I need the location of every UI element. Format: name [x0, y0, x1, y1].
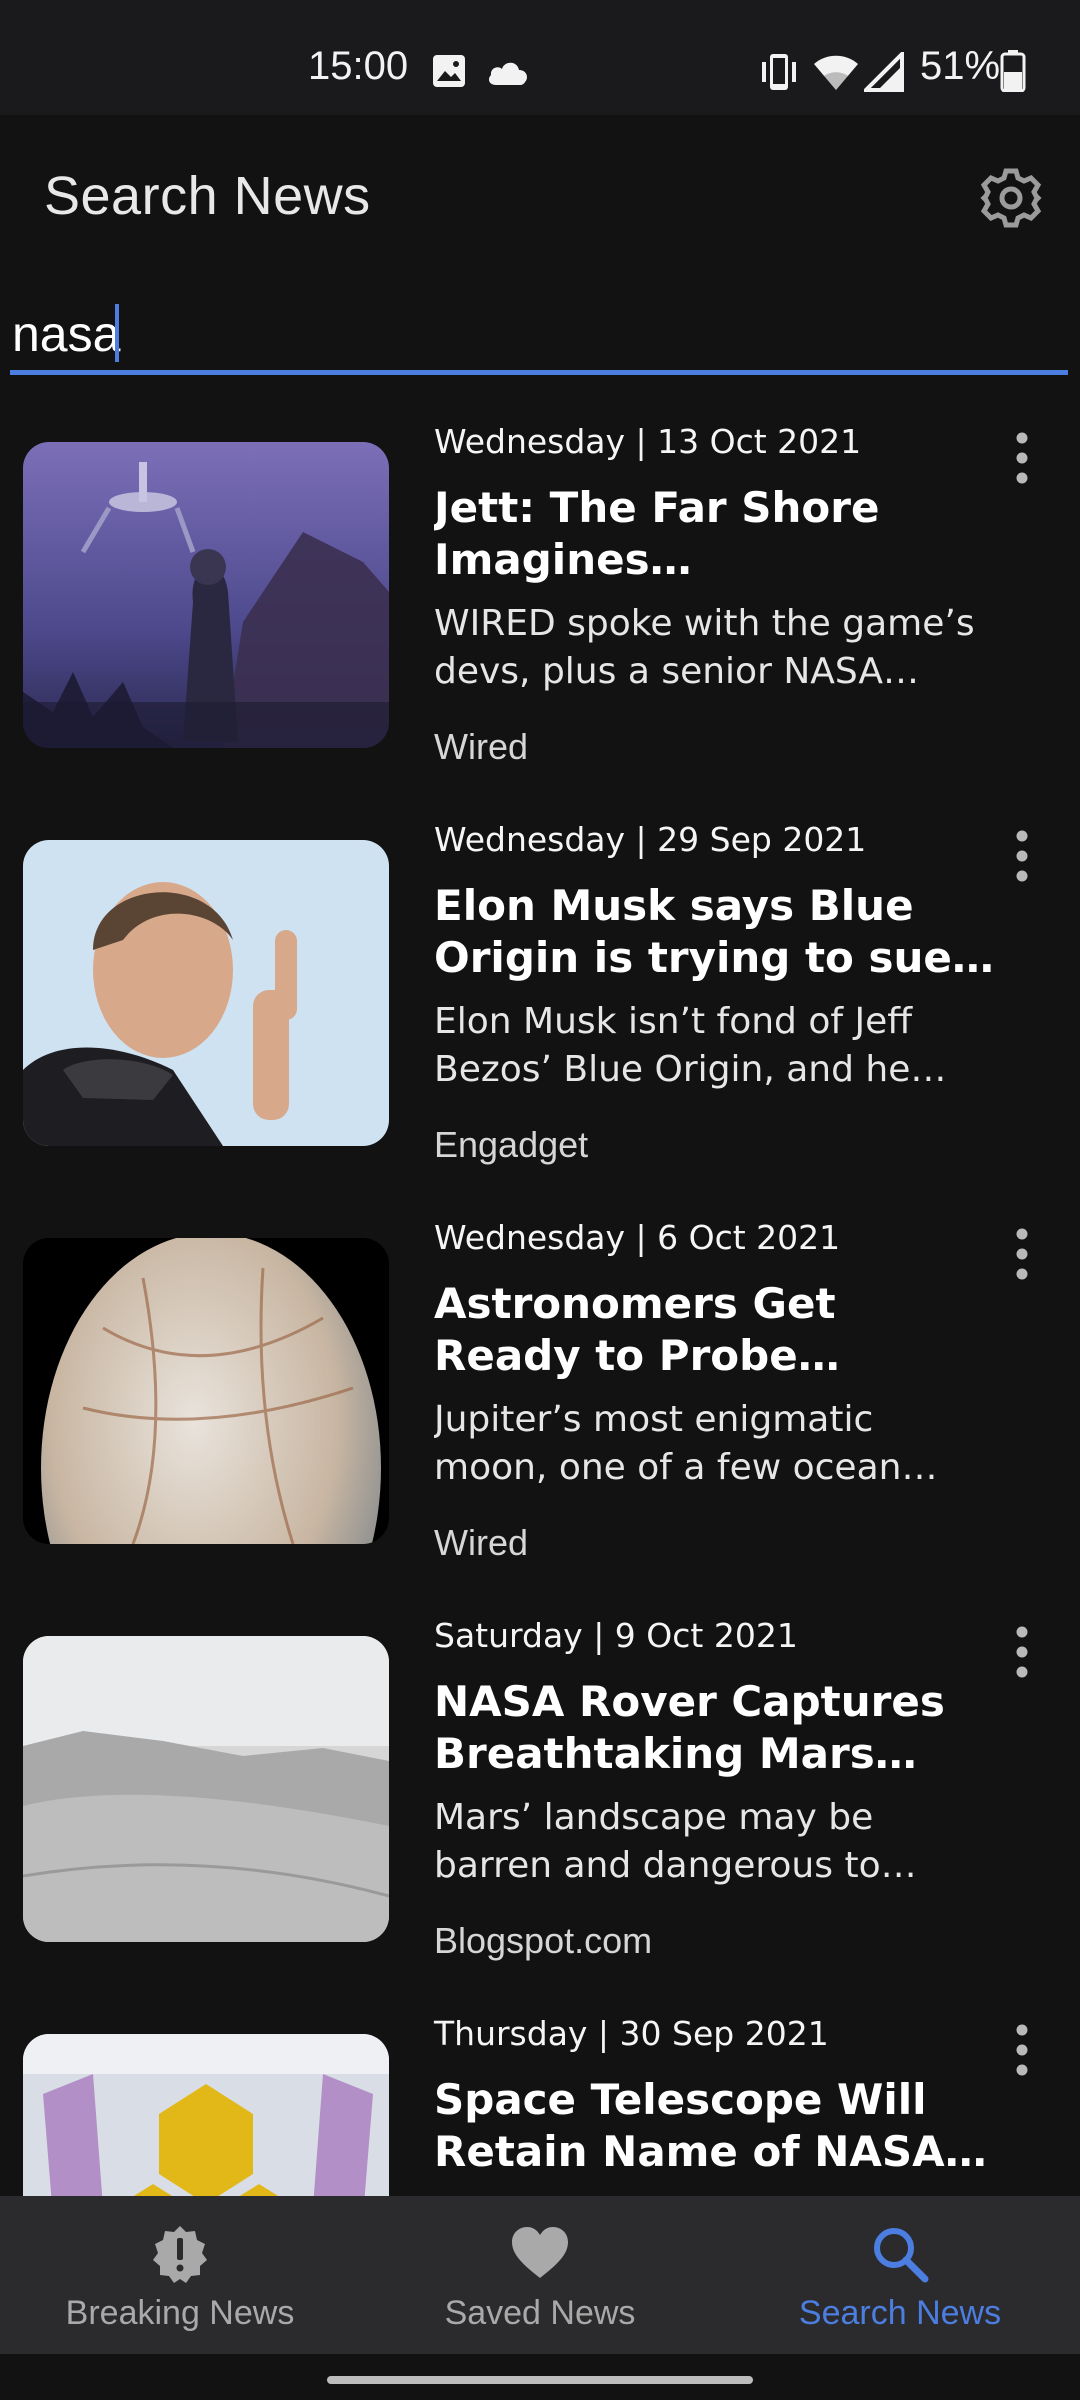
more-options-icon[interactable] — [1000, 2020, 1044, 2080]
nav-label: Breaking News — [65, 2294, 295, 2332]
article-image — [23, 2034, 389, 2198]
gear-icon[interactable] — [978, 165, 1044, 231]
article-title: Space Telescope Will Retain Name of NASA… — [434, 2075, 945, 2176]
search-input[interactable] — [10, 296, 1070, 372]
battery-icon — [1000, 50, 1026, 92]
more-options-icon[interactable] — [1000, 1224, 1044, 1284]
article-description: WIRED spoke with the game’s devs, plus a… — [434, 603, 975, 692]
nav-item-breaking-news[interactable]: Breaking News — [0, 2196, 360, 2354]
article-thumbnail[interactable] — [23, 442, 389, 748]
article-item[interactable]: Thursday | 30 Sep 2021 Space Telescope W… — [0, 1990, 1080, 2198]
search-icon — [874, 2228, 929, 2283]
article-image — [23, 442, 389, 748]
article-date: Wednesday | 6 Oct 2021 — [434, 1218, 841, 1257]
battery-percent: 51% — [920, 44, 1001, 88]
search-underline — [10, 370, 1068, 375]
article-source: Blogspot.com — [434, 1920, 653, 1961]
article-item[interactable]: Wednesday | 29 Sep 2021 Elon Musk says B… — [0, 796, 1080, 1194]
status-bar: 15:00 51% — [0, 0, 1080, 115]
more-options-icon[interactable] — [1000, 826, 1044, 886]
text-cursor — [115, 304, 119, 362]
article-title: Elon Musk says Blue Origin is trying to … — [434, 881, 952, 982]
article-source: Wired — [434, 1522, 529, 1563]
vibrate-icon — [762, 54, 796, 90]
article-thumbnail[interactable] — [23, 840, 389, 1146]
article-date: Wednesday | 29 Sep 2021 — [434, 820, 867, 859]
article-item[interactable]: Wednesday | 6 Oct 2021 Astronomers Get R… — [0, 1194, 1080, 1592]
article-list[interactable]: Wednesday | 13 Oct 2021 Jett: The Far Sh… — [0, 398, 1080, 2198]
article-description: Mars’ landscape may be barren and danger… — [434, 1797, 881, 1886]
app-root: 15:00 51% Search News nasa Wednesday | 1… — [0, 0, 1080, 2400]
article-thumbnail[interactable] — [23, 2034, 389, 2198]
article-image — [23, 1636, 389, 1942]
status-time: 15:00 — [308, 44, 409, 88]
cloud-icon — [488, 62, 527, 85]
article-thumbnail[interactable] — [23, 1636, 389, 1942]
more-options-icon[interactable] — [1000, 428, 1044, 488]
article-thumbnail[interactable] — [23, 1238, 389, 1544]
wifi-icon — [814, 55, 858, 90]
article-source: Engadget — [434, 1124, 589, 1165]
app-bar: Search News — [0, 115, 1080, 280]
nav-item-search-news[interactable]: Search News — [720, 2196, 1080, 2354]
article-title: Jett: The Far Shore Imagines Conscientio… — [434, 483, 880, 584]
nav-label: Search News — [798, 2294, 1002, 2332]
article-description: Elon Musk isn’t fond of Jeff Bezos’ Blue… — [434, 1001, 913, 1090]
article-item[interactable]: Saturday | 9 Oct 2021 NASA Rover Capture… — [0, 1592, 1080, 1990]
alert-badge-icon — [153, 2226, 207, 2283]
heart-icon — [512, 2227, 568, 2278]
article-date: Thursday | 30 Sep 2021 — [434, 2014, 829, 2053]
article-title: Astronomers Get Ready to Probe Europa’s … — [434, 1279, 836, 1380]
bottom-navigation: Breaking News Saved News Search News — [0, 2196, 1080, 2354]
article-description: Jupiter’s most enigmatic moon, one of a … — [434, 1399, 902, 1488]
article-title: NASA Rover Captures Breathtaking Mars La… — [434, 1677, 945, 1778]
more-options-icon[interactable] — [1000, 1622, 1044, 1682]
article-item[interactable]: Wednesday | 13 Oct 2021 Jett: The Far Sh… — [0, 398, 1080, 796]
signal-icon — [864, 52, 904, 92]
nav-item-saved-news[interactable]: Saved News — [360, 2196, 720, 2354]
article-source: Wired — [434, 726, 529, 767]
article-image — [23, 1238, 389, 1544]
nav-label: Saved News — [444, 2294, 636, 2332]
article-date: Wednesday | 13 Oct 2021 — [434, 422, 862, 461]
search-field[interactable] — [10, 296, 1070, 376]
home-gesture-bar[interactable] — [327, 2376, 753, 2384]
article-date: Saturday | 9 Oct 2021 — [434, 1616, 798, 1655]
article-image — [23, 840, 389, 1146]
page-title: Search News — [44, 166, 371, 226]
gesture-area — [0, 2354, 1080, 2400]
image-icon — [433, 55, 465, 87]
